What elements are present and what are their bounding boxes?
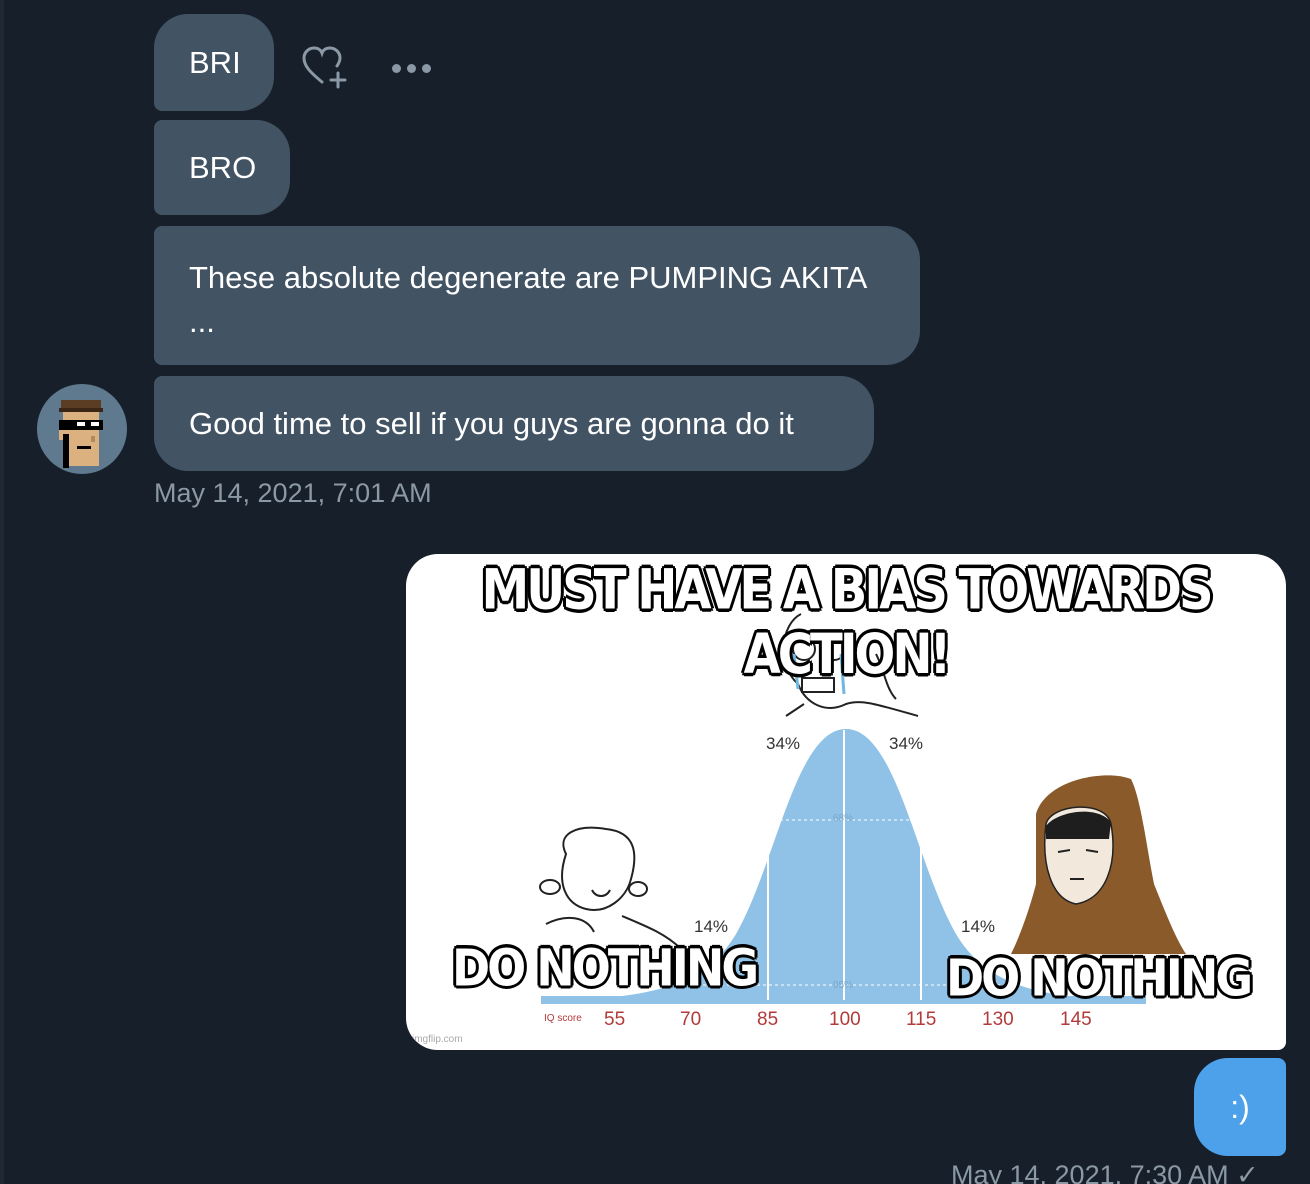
sidebar-divider: [0, 0, 4, 1184]
heart-plus-icon[interactable]: [300, 44, 350, 90]
tick-label: 70: [680, 1009, 702, 1030]
meme-title: MUST HAVE A BIAS TOWARDS ACTION!: [481, 558, 1213, 687]
meme-image[interactable]: MUST HAVE A BIAS TOWARDS ACTION! DO NOTH…: [406, 554, 1286, 1050]
tick-label: 55: [604, 1009, 626, 1030]
percent-label: 34%: [889, 734, 924, 753]
message-bubble[interactable]: BRO: [154, 120, 290, 215]
percent-label: 34%: [766, 734, 801, 753]
tick-label: 130: [982, 1009, 1014, 1030]
tick-label: 145: [1060, 1009, 1092, 1030]
tick-label: 85: [757, 1009, 779, 1030]
dm-conversation: BRI BRO These absolute degenerate are PU…: [0, 0, 1310, 1184]
percent-label: 14%: [961, 917, 996, 936]
percent-label: 95%: [833, 980, 854, 991]
tick-label: 100: [829, 1009, 861, 1030]
axis-label: IQ score: [544, 1013, 582, 1024]
message-bubble[interactable]: BRI: [154, 14, 274, 111]
message-timestamp: May 14, 2021, 7:01 AM: [154, 478, 432, 508]
sent-message-bubble[interactable]: :): [1194, 1058, 1286, 1156]
percent-label: 68%: [833, 813, 854, 824]
sent-timestamp: May 14, 2021, 7:30 AM ✓: [951, 1160, 1259, 1184]
message-bubble[interactable]: These absolute degenerate are PUMPING AK…: [154, 226, 920, 365]
watermark: imgflip.com: [412, 1034, 463, 1045]
message-bubble[interactable]: Good time to sell if you guys are gonna …: [154, 376, 874, 471]
tick-label: 115: [906, 1009, 937, 1030]
more-dots-icon[interactable]: [392, 58, 436, 78]
meme-label-left: DO NOTHING: [452, 938, 759, 998]
avatar[interactable]: [37, 384, 127, 474]
meme-label-right: DO NOTHING: [946, 948, 1253, 1008]
percent-label: 14%: [694, 917, 729, 936]
